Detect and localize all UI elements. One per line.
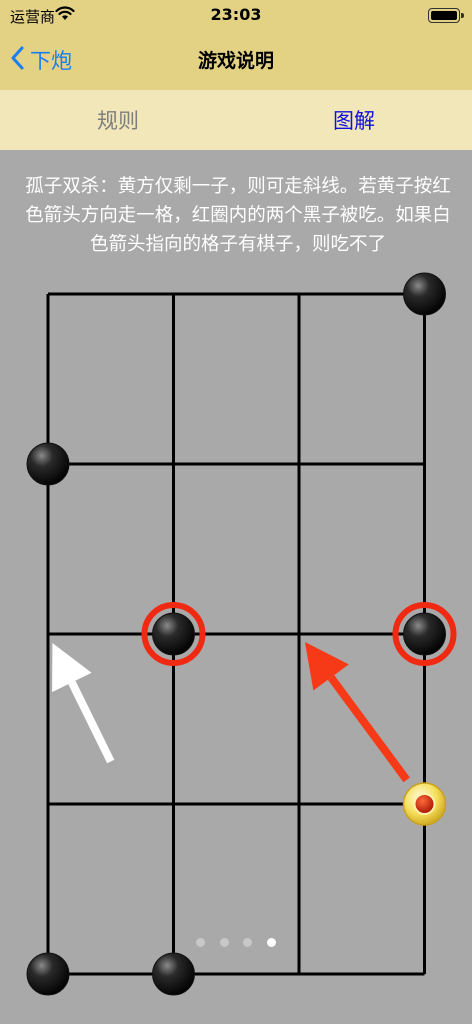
white-block-arrow — [52, 642, 115, 764]
red-move-arrow — [304, 642, 410, 783]
black-piece — [26, 442, 70, 486]
arrow-head — [304, 642, 349, 691]
page-dot[interactable] — [266, 937, 276, 947]
black-piece — [26, 952, 70, 996]
page-dot[interactable] — [243, 937, 253, 947]
yellow-piece-core — [413, 793, 436, 815]
move-arrows — [52, 642, 410, 783]
game-board — [26, 272, 457, 996]
black-piece — [152, 612, 195, 656]
board-grid — [46, 292, 426, 976]
arrow-shaft — [68, 680, 115, 764]
black-piece — [403, 272, 446, 316]
arrow-shaft — [327, 675, 410, 783]
black-piece — [152, 952, 195, 996]
page-indicator[interactable] — [196, 936, 276, 948]
page-dot[interactable] — [219, 937, 229, 947]
black-piece — [403, 612, 446, 656]
page-dot[interactable] — [196, 937, 205, 947]
